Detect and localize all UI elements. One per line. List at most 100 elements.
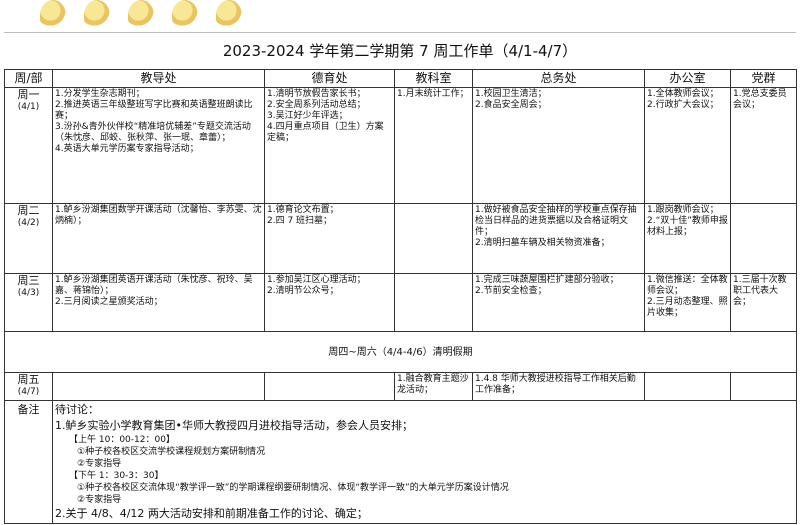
- day-cell: 周三 (4/3): [4, 273, 53, 332]
- mascot-icon: [172, 0, 198, 30]
- task-item: 2.清明节公众号；: [267, 286, 339, 296]
- day-cell: 周一 (4/1): [4, 87, 53, 204]
- task-cell: 1.清明节放假告家长书； 2.安全周系列活动总结； 3.吴江好少年评选； 4.四月重点…: [264, 87, 395, 204]
- task-cell: 1.融合教育主题沙龙活动；: [394, 372, 473, 401]
- task-item: 2.三月动态整理、照片收集；: [647, 297, 728, 318]
- day-date: (4/3): [17, 288, 40, 298]
- col-header: 办公室: [644, 69, 731, 88]
- col-header: 教导处: [52, 69, 265, 88]
- col-header: 总务处: [472, 69, 645, 88]
- notes-content: 待讨论： 1.鲈乡实验小学教育集团•华师大教授四月进校指导活动，参会人员安排； …: [52, 400, 797, 524]
- task-cell: 1.分发学生杂志期刊； 2.推进英语三年级整班写字比赛和英语整班朗读比赛； 3.汾孙…: [52, 87, 265, 204]
- task-cell: 1.做好被食品安全抽样的学校重点保存抽检当日样品的进货票据以及合格证明文件； 2.…: [472, 203, 645, 274]
- page-title: 2023-2024 学年第二学期第 7 周工作单（4/1-4/7）: [222, 42, 578, 60]
- task-item: 1.分发学生杂志期刊；: [55, 89, 145, 99]
- task-cell: [264, 372, 395, 401]
- task-item: 1.跟岗教师会议；: [647, 205, 719, 215]
- notes-time: 【下午 1：30-3：30】: [69, 471, 164, 481]
- task-item: 1.4.8 华师大教授进校指导工作相关后勤工作准备；: [475, 374, 636, 395]
- task-cell: [730, 203, 797, 274]
- task-item: 2.节前安全检查；: [475, 286, 547, 296]
- day-label: 周五: [17, 373, 40, 386]
- task-cell: [730, 372, 797, 401]
- task-item: 3.吴江好少年评选；: [267, 111, 348, 121]
- notes-subitem: ②专家指导: [77, 459, 122, 469]
- task-cell: [52, 372, 265, 401]
- work-schedule-table: 周/部 教导处 德育处 教科室 总务处 办公室 党群 周一 (4/1) 1.分发学生…: [4, 69, 797, 524]
- mascot-icon: [84, 0, 110, 30]
- holiday-row: 周四~周六（4/4-4/6）清明假期: [4, 331, 797, 373]
- task-cell: 1.校园卫生清洁； 2.食品安全周会；: [472, 87, 645, 204]
- day-date: (4/2): [17, 218, 40, 228]
- day-date: (4/1): [17, 102, 40, 112]
- task-cell: [644, 372, 731, 401]
- task-item: 2.行政扩大会议；: [647, 100, 719, 110]
- task-cell: 1.全体教师会议； 2.行政扩大会议；: [644, 87, 731, 204]
- task-item: 1.党总支委员会议；: [733, 89, 787, 110]
- day-label: 周三: [17, 274, 40, 287]
- day-label: 周二: [17, 204, 40, 217]
- notes-item: 1.鲈乡实验小学教育集团•华师大教授四月进校指导活动，参会人员安排；: [55, 419, 413, 432]
- task-cell: 1.跟岗教师会议； 2.“双十佳”教师申报材料上报；: [644, 203, 731, 274]
- notes-subitem: ②专家指导: [77, 495, 122, 505]
- task-cell: 1.微信推送：全体教师会议； 2.三月动态整理、照片收集；: [644, 273, 731, 332]
- table-row: 周三 (4/3) 1.鲈乡汾湖集团英语开课活动（朱忱彦、祝玲、吴嘉、蒋锦怡）； 2.三…: [4, 273, 797, 332]
- table-row: 周一 (4/1) 1.分发学生杂志期刊； 2.推进英语三年级整班写字比赛和英语整班朗读…: [4, 87, 797, 204]
- task-cell: 1.4.8 华师大教授进校指导工作相关后勤工作准备；: [472, 372, 645, 401]
- task-item: 3.汾孙&青外伙伴校“精准培优辅差”专题交流活动（朱忱彦、邱蛟、张秋萍、张一珉、…: [55, 122, 251, 143]
- task-cell: [394, 203, 473, 274]
- col-header: 党群: [730, 69, 797, 88]
- task-item: 1.做好被食品安全抽样的学校重点保存抽检当日样品的进货票据以及合格证明文件；: [475, 205, 637, 237]
- day-cell: 周二 (4/2): [4, 203, 53, 274]
- task-cell: 1.鲈乡汾湖集团数学开课活动（沈馨怡、李苏雯、沈炳楠）；: [52, 203, 265, 274]
- notes-label: 备注: [4, 400, 53, 524]
- task-item: 2.清明扫墓车辆及相关物资准备；: [475, 238, 610, 248]
- notes-row: 备注 待讨论： 1.鲈乡实验小学教育集团•华师大教授四月进校指导活动，参会人员安…: [4, 400, 797, 524]
- mascot-icon: [128, 0, 154, 30]
- header-row: 周/部 教导处 德育处 教科室 总务处 办公室 党群: [4, 69, 797, 88]
- table-row: 周二 (4/2) 1.鲈乡汾湖集团数学开课活动（沈馨怡、李苏雯、沈炳楠）； 1.德育论…: [4, 203, 797, 274]
- notes-item: 2.关于 4/8、4/12 两大活动安排和前期准备工作的讨论、确定；: [55, 507, 368, 520]
- task-item: 1.三届十次教职工代表大会；: [733, 275, 787, 307]
- notes-heading: 待讨论：: [55, 403, 99, 416]
- task-item: 1.微信推送：全体教师会议；: [647, 275, 728, 296]
- day-cell: 周五 (4/7): [4, 372, 53, 401]
- col-header: 教科室: [394, 69, 473, 88]
- task-item: 2.安全周系列活动总结；: [267, 100, 366, 110]
- task-item: 1.校园卫生清洁；: [475, 89, 547, 99]
- task-cell: 1.完成三味蔬屋围栏扩建部分验收； 2.节前安全检查；: [472, 273, 645, 332]
- header-decoration: [40, 0, 242, 32]
- task-item: 1.参加吴江区心理活动；: [267, 275, 366, 285]
- table-row: 周五 (4/7) 1.融合教育主题沙龙活动； 1.4.8 华师大教授进校指导工作相关后…: [4, 372, 797, 401]
- task-cell: 1.三届十次教职工代表大会；: [730, 273, 797, 332]
- day-label: 周一: [17, 88, 40, 101]
- task-item: 2.“双十佳”教师申报材料上报；: [647, 216, 728, 237]
- task-cell: [394, 273, 473, 332]
- mascot-icon: [40, 0, 66, 30]
- task-item: 1.完成三味蔬屋围栏扩建部分验收；: [475, 275, 619, 285]
- task-item: 1.清明节放假告家长书；: [267, 89, 366, 99]
- task-cell: 1.党总支委员会议；: [730, 87, 797, 204]
- holiday-cell: 周四~周六（4/4-4/6）清明假期: [4, 331, 797, 373]
- col-header: 德育处: [264, 69, 395, 88]
- col-header: 周/部: [4, 69, 53, 88]
- task-item: 1.融合教育主题沙龙活动；: [397, 374, 469, 395]
- notes-subitem: ①种子校各校区交流学校课程规划方案研制情况: [77, 447, 266, 457]
- task-item: 2.三月阅读之星颁奖活动；: [55, 297, 163, 307]
- task-item: 1.德育论文布置；: [267, 205, 339, 215]
- task-cell: 1.鲈乡汾湖集团英语开课活动（朱忱彦、祝玲、吴嘉、蒋锦怡）； 2.三月阅读之星颁奖…: [52, 273, 265, 332]
- task-item: 2.四 7 班扫墓；: [267, 216, 333, 226]
- task-item: 1.鲈乡汾湖集团英语开课活动（朱忱彦、祝玲、吴嘉、蒋锦怡）；: [55, 275, 253, 296]
- task-cell: 1.德育论文布置； 2.四 7 班扫墓；: [264, 203, 395, 274]
- task-cell: 1.月末统计工作；: [394, 87, 473, 204]
- task-item: 1.全体教师会议；: [647, 89, 719, 99]
- mascot-icon: [216, 0, 242, 30]
- task-item: 4.四月重点项目（卫生）方案定稿；: [267, 122, 384, 143]
- header-divider: [4, 32, 796, 33]
- day-date: (4/7): [17, 387, 40, 397]
- notes-time: 【上午 10：00-12：00】: [69, 435, 175, 445]
- task-item: 2.食品安全周会；: [475, 100, 547, 110]
- task-item: 1.鲈乡汾湖集团数学开课活动（沈馨怡、李苏雯、沈炳楠）；: [55, 205, 262, 226]
- task-item: 4.英语大单元学历案专家指导活动；: [55, 144, 199, 154]
- task-item: 1.月末统计工作；: [397, 89, 469, 99]
